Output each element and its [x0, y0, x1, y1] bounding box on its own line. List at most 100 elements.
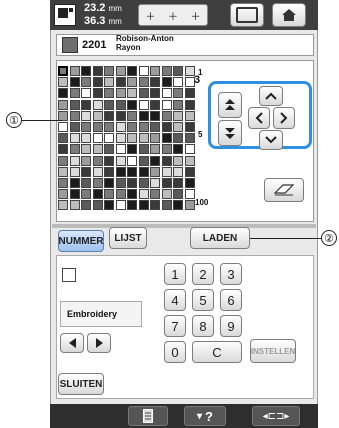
color-cell[interactable]: [115, 66, 126, 76]
color-cell[interactable]: [184, 110, 195, 121]
color-cell[interactable]: [138, 144, 149, 155]
help-button[interactable]: ▾ ?: [184, 406, 226, 426]
color-cell[interactable]: [150, 155, 160, 166]
color-cell[interactable]: [150, 189, 160, 200]
color-cell[interactable]: [150, 77, 160, 88]
color-cell[interactable]: [150, 133, 160, 144]
color-cell[interactable]: [69, 122, 80, 132]
color-cell[interactable]: [58, 66, 68, 76]
color-cell[interactable]: [92, 200, 103, 211]
color-cell[interactable]: [184, 88, 195, 99]
color-cell[interactable]: [69, 133, 80, 144]
color-cell[interactable]: [150, 166, 160, 177]
key-1[interactable]: 1: [164, 263, 186, 285]
color-cell[interactable]: [58, 144, 68, 155]
color-cell[interactable]: [115, 144, 126, 155]
color-cell[interactable]: [127, 178, 137, 188]
tab-list[interactable]: LIJST: [109, 227, 147, 249]
color-cell[interactable]: [127, 99, 137, 110]
key-4[interactable]: 4: [164, 289, 186, 311]
color-cell[interactable]: [81, 200, 91, 211]
previous-category-button[interactable]: [60, 333, 84, 353]
key-2[interactable]: 2: [192, 263, 214, 285]
arrow-left-button[interactable]: [248, 107, 270, 129]
color-cell[interactable]: [115, 122, 126, 132]
color-cell[interactable]: [81, 122, 91, 132]
color-cell[interactable]: [115, 133, 126, 144]
tab-number[interactable]: NUMMER: [58, 230, 104, 252]
color-cell[interactable]: [92, 122, 103, 132]
color-cell[interactable]: [173, 178, 183, 188]
color-cell[interactable]: [58, 200, 68, 211]
color-cell[interactable]: [173, 189, 183, 200]
color-cell[interactable]: [173, 144, 183, 155]
color-cell[interactable]: [92, 110, 103, 121]
color-cell[interactable]: [115, 166, 126, 177]
load-button[interactable]: LADEN: [190, 227, 250, 249]
color-cell[interactable]: [173, 200, 183, 211]
color-cell[interactable]: [58, 133, 68, 144]
color-cell[interactable]: [69, 144, 80, 155]
color-cell[interactable]: [173, 77, 183, 88]
color-cell[interactable]: [150, 99, 160, 110]
color-cell[interactable]: [58, 77, 68, 88]
color-cell[interactable]: [115, 200, 126, 211]
color-cell[interactable]: [92, 99, 103, 110]
color-cell[interactable]: [127, 77, 137, 88]
color-cell[interactable]: [150, 144, 160, 155]
color-cell[interactable]: [173, 99, 183, 110]
manual-button[interactable]: [128, 406, 168, 426]
color-cell[interactable]: [92, 178, 103, 188]
color-cell[interactable]: [58, 155, 68, 166]
color-cell[interactable]: [69, 166, 80, 177]
color-cell[interactable]: [184, 66, 195, 76]
color-cell[interactable]: [92, 166, 103, 177]
clear-button[interactable]: C: [192, 341, 242, 363]
color-cell[interactable]: [173, 88, 183, 99]
color-cell[interactable]: [104, 166, 114, 177]
color-cell[interactable]: [58, 178, 68, 188]
color-cell[interactable]: [81, 77, 91, 88]
color-cell[interactable]: [104, 66, 114, 76]
color-cell[interactable]: [138, 122, 149, 132]
color-cell[interactable]: [138, 133, 149, 144]
color-cell[interactable]: [69, 189, 80, 200]
color-cell[interactable]: [184, 155, 195, 166]
color-cell[interactable]: [104, 88, 114, 99]
color-cell[interactable]: [69, 155, 80, 166]
color-cell[interactable]: [115, 88, 126, 99]
color-cell[interactable]: [104, 189, 114, 200]
scroll-up-button[interactable]: [218, 92, 242, 118]
color-cell[interactable]: [161, 77, 172, 88]
color-cell[interactable]: [184, 99, 195, 110]
color-cell[interactable]: [81, 144, 91, 155]
color-cell[interactable]: [58, 189, 68, 200]
color-cell[interactable]: [184, 144, 195, 155]
color-cell[interactable]: [184, 200, 195, 211]
color-cell[interactable]: [161, 66, 172, 76]
key-6[interactable]: 6: [220, 289, 242, 311]
scroll-down-button[interactable]: [218, 120, 242, 146]
color-cell[interactable]: [81, 166, 91, 177]
color-cell[interactable]: [69, 77, 80, 88]
color-cell[interactable]: [69, 110, 80, 121]
color-cell[interactable]: [127, 88, 137, 99]
key-9[interactable]: 9: [220, 315, 242, 337]
next-category-button[interactable]: [87, 333, 111, 353]
color-cell[interactable]: [173, 122, 183, 132]
color-cell[interactable]: [184, 178, 195, 188]
presser-foot-button[interactable]: ◂⊏⊐▸: [252, 406, 300, 426]
color-cell[interactable]: [150, 178, 160, 188]
color-cell[interactable]: [92, 133, 103, 144]
color-cell[interactable]: [184, 189, 195, 200]
key-3[interactable]: 3: [220, 263, 242, 285]
color-cell[interactable]: [104, 133, 114, 144]
color-cell[interactable]: [150, 110, 160, 121]
color-cell[interactable]: [81, 99, 91, 110]
color-cell[interactable]: [127, 110, 137, 121]
color-cell[interactable]: [58, 122, 68, 132]
color-cell[interactable]: [127, 66, 137, 76]
color-cell[interactable]: [161, 110, 172, 121]
color-cell[interactable]: [127, 189, 137, 200]
color-cell[interactable]: [104, 110, 114, 121]
